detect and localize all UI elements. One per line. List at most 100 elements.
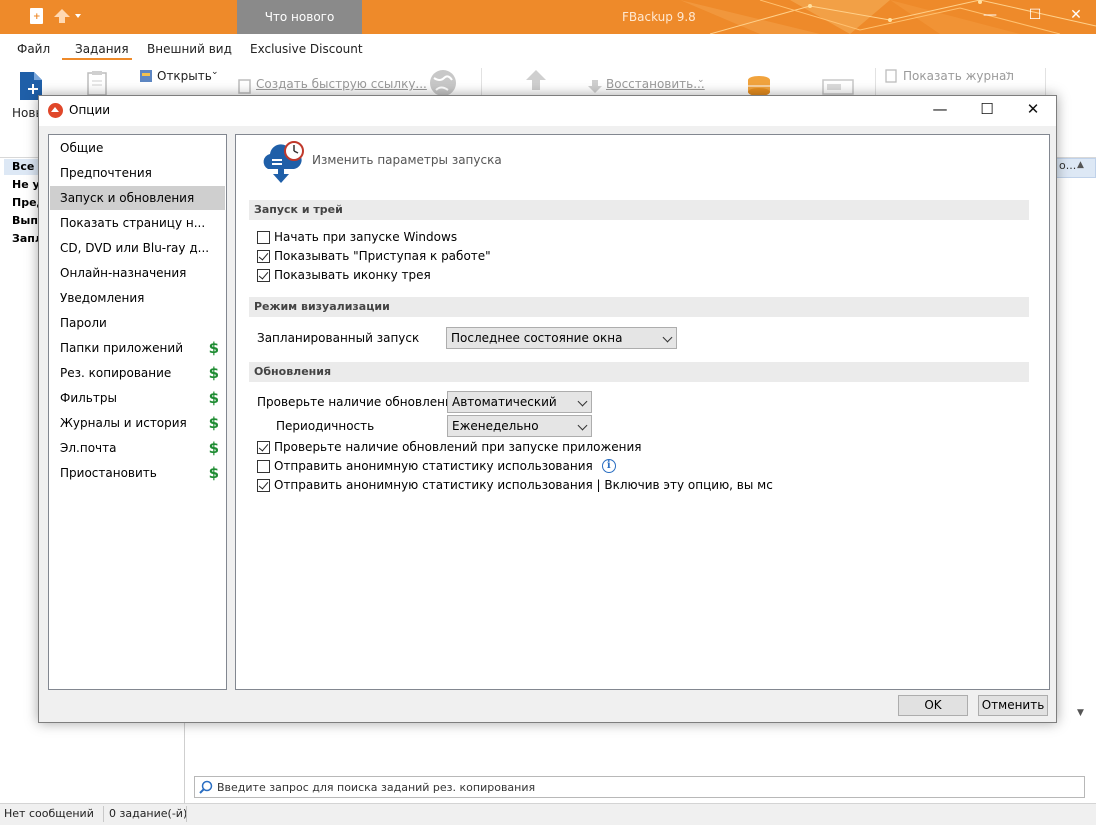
check-updates-label: Проверьте наличие обновлений xyxy=(257,395,461,409)
ribbon-separator xyxy=(481,68,482,98)
select-value: Еженедельно xyxy=(452,419,539,433)
open-label[interactable]: Открыть xyxy=(157,69,212,83)
status-messages: Нет сообщений xyxy=(4,807,94,820)
checkbox-box[interactable] xyxy=(257,440,270,454)
chevron-down-icon[interactable]: ⌄ xyxy=(211,67,219,77)
nav-item-general[interactable]: Общие xyxy=(50,136,225,160)
check-updates-on-start-checkbox[interactable]: Проверьте наличие обновлений при запуске… xyxy=(257,439,642,455)
send-anonymous-stats-extended-checkbox[interactable]: Отправить анонимную статистику использов… xyxy=(257,477,773,493)
dialog-maximize-button[interactable]: ☐ xyxy=(975,100,999,118)
globe-icon xyxy=(430,70,456,96)
dialog-title: Опции xyxy=(69,103,111,117)
app-minimize-button[interactable]: — xyxy=(980,7,1000,23)
nav-item-logs-history[interactable]: Журналы и история $ xyxy=(50,411,225,435)
active-menu-indicator xyxy=(62,58,132,60)
options-content: Изменить параметры запуска Запуск и трей… xyxy=(235,134,1050,690)
nav-item-passwords[interactable]: Пароли xyxy=(50,311,225,335)
start-with-windows-checkbox[interactable]: Начать при запуске Windows xyxy=(257,229,457,245)
nav-item-label: Уведомления xyxy=(60,291,145,305)
nav-item-label: Журналы и история xyxy=(60,416,187,430)
cancel-button[interactable]: Отменить xyxy=(978,695,1048,716)
status-divider xyxy=(103,806,104,822)
upload-icon[interactable] xyxy=(54,9,70,23)
search-icon xyxy=(199,780,213,794)
nav-item-show-page[interactable]: Показать страницу н... xyxy=(50,211,225,235)
checkbox-box[interactable] xyxy=(257,268,270,282)
chevron-down-icon[interactable] xyxy=(75,14,81,18)
dialog-close-button[interactable]: ✕ xyxy=(1021,100,1045,118)
nav-item-label: Рез. копирование xyxy=(60,366,172,380)
scroll-down-icon[interactable]: ▼ xyxy=(1077,708,1084,718)
chevron-down-icon xyxy=(577,396,588,407)
nav-item-label: Приостановить xyxy=(60,466,157,480)
checkbox-box[interactable] xyxy=(257,459,270,473)
content-header: Изменить параметры запуска xyxy=(312,153,502,167)
nav-item-online-destinations[interactable]: Онлайн-назначения xyxy=(50,261,225,285)
ok-button[interactable]: OK xyxy=(898,695,968,716)
nav-item-filters[interactable]: Фильтры $ xyxy=(50,386,225,410)
nav-item-label: Пароли xyxy=(60,316,107,330)
nav-item-preferences[interactable]: Предпочтения xyxy=(50,161,225,185)
frequency-label: Периодичность xyxy=(276,419,375,433)
nav-item-label: Общие xyxy=(60,141,104,155)
fbackup-logo-icon xyxy=(48,103,63,118)
checkbox-label: Отправить анонимную статистику использов… xyxy=(274,459,593,473)
nav-item-email[interactable]: Эл.почта $ xyxy=(50,436,225,460)
nav-item-startup-updates[interactable]: Запуск и обновления xyxy=(50,186,225,210)
menu-file[interactable]: Файл xyxy=(17,42,50,56)
properties-icon xyxy=(87,71,107,96)
show-log-label: Показать журнал xyxy=(903,69,1014,83)
checkbox-box[interactable] xyxy=(257,249,270,263)
job-search-bar xyxy=(194,776,1085,798)
scroll-up-icon[interactable]: ▲ xyxy=(1077,160,1084,170)
dollar-icon: $ xyxy=(208,464,219,482)
send-anonymous-stats-checkbox[interactable]: Отправить анонимную статистику использов… xyxy=(257,458,616,474)
nav-item-label: Запуск и обновления xyxy=(60,191,195,205)
open-icon[interactable] xyxy=(138,68,154,84)
section-updates: Обновления xyxy=(249,362,1029,382)
options-nav: Общие Предпочтения Запуск и обновления П… xyxy=(48,134,227,690)
section-startup-tray: Запуск и трей xyxy=(249,200,1029,220)
checkbox-label: Показывать "Приступая к работе" xyxy=(274,249,491,263)
show-tray-icon-checkbox[interactable]: Показывать иконку трея xyxy=(257,267,431,283)
scheduled-start-select[interactable]: Последнее состояние окна xyxy=(446,327,677,349)
quick-link-icon xyxy=(238,79,251,94)
checkbox-box[interactable] xyxy=(257,230,270,244)
quick-link-label: Создать быструю ссылку... xyxy=(256,77,427,91)
dollar-icon: $ xyxy=(208,364,219,382)
app-title: FBackup 9.8 xyxy=(622,10,696,24)
show-getting-started-checkbox[interactable]: Показывать "Приступая к работе" xyxy=(257,248,491,264)
column-header[interactable]: о... xyxy=(1056,158,1096,178)
nav-item-pause[interactable]: Приостановить $ xyxy=(50,461,225,485)
nav-item-disc[interactable]: CD, DVD или Blu-ray д... xyxy=(50,236,225,260)
cloud-schedule-icon xyxy=(263,141,304,183)
check-updates-select[interactable]: Автоматический xyxy=(447,391,592,413)
app-close-button[interactable]: ✕ xyxy=(1066,7,1086,23)
info-icon[interactable]: i xyxy=(601,459,616,473)
whats-new-tab[interactable]: Что нового xyxy=(237,0,362,34)
log-icon xyxy=(885,69,897,83)
menu-jobs[interactable]: Задания xyxy=(75,42,129,56)
restore-label: Восстановить... xyxy=(606,77,705,91)
app-titlebar: Что нового FBackup 9.8 — ☐ ✕ xyxy=(0,0,1096,34)
status-divider xyxy=(186,806,187,822)
dialog-minimize-button[interactable]: — xyxy=(928,100,952,118)
app-maximize-button[interactable]: ☐ xyxy=(1025,7,1045,23)
nav-item-app-folders[interactable]: Папки приложений $ xyxy=(50,336,225,360)
menu-view[interactable]: Внешний вид xyxy=(147,42,232,56)
menu-exclusive-discount[interactable]: Exclusive Discount xyxy=(250,42,363,56)
select-value: Последнее состояние окна xyxy=(451,331,623,345)
restore-icon xyxy=(588,80,602,93)
nav-item-backup[interactable]: Рез. копирование $ xyxy=(50,361,225,385)
dollar-icon: $ xyxy=(208,389,219,407)
frequency-select[interactable]: Еженедельно xyxy=(447,415,592,437)
section-view-mode: Режим визуализации xyxy=(249,297,1029,317)
checkbox-label: Отправить анонимную статистику использов… xyxy=(274,478,773,492)
checkbox-box[interactable] xyxy=(257,478,270,492)
new-document-icon[interactable] xyxy=(30,8,43,24)
nav-item-notifications[interactable]: Уведомления xyxy=(50,286,225,310)
job-search-input[interactable] xyxy=(217,779,1077,795)
nav-item-label: Фильтры xyxy=(60,391,117,405)
checkbox-label: Показывать иконку трея xyxy=(274,268,431,282)
nav-item-label: CD, DVD или Blu-ray д... xyxy=(60,241,210,255)
